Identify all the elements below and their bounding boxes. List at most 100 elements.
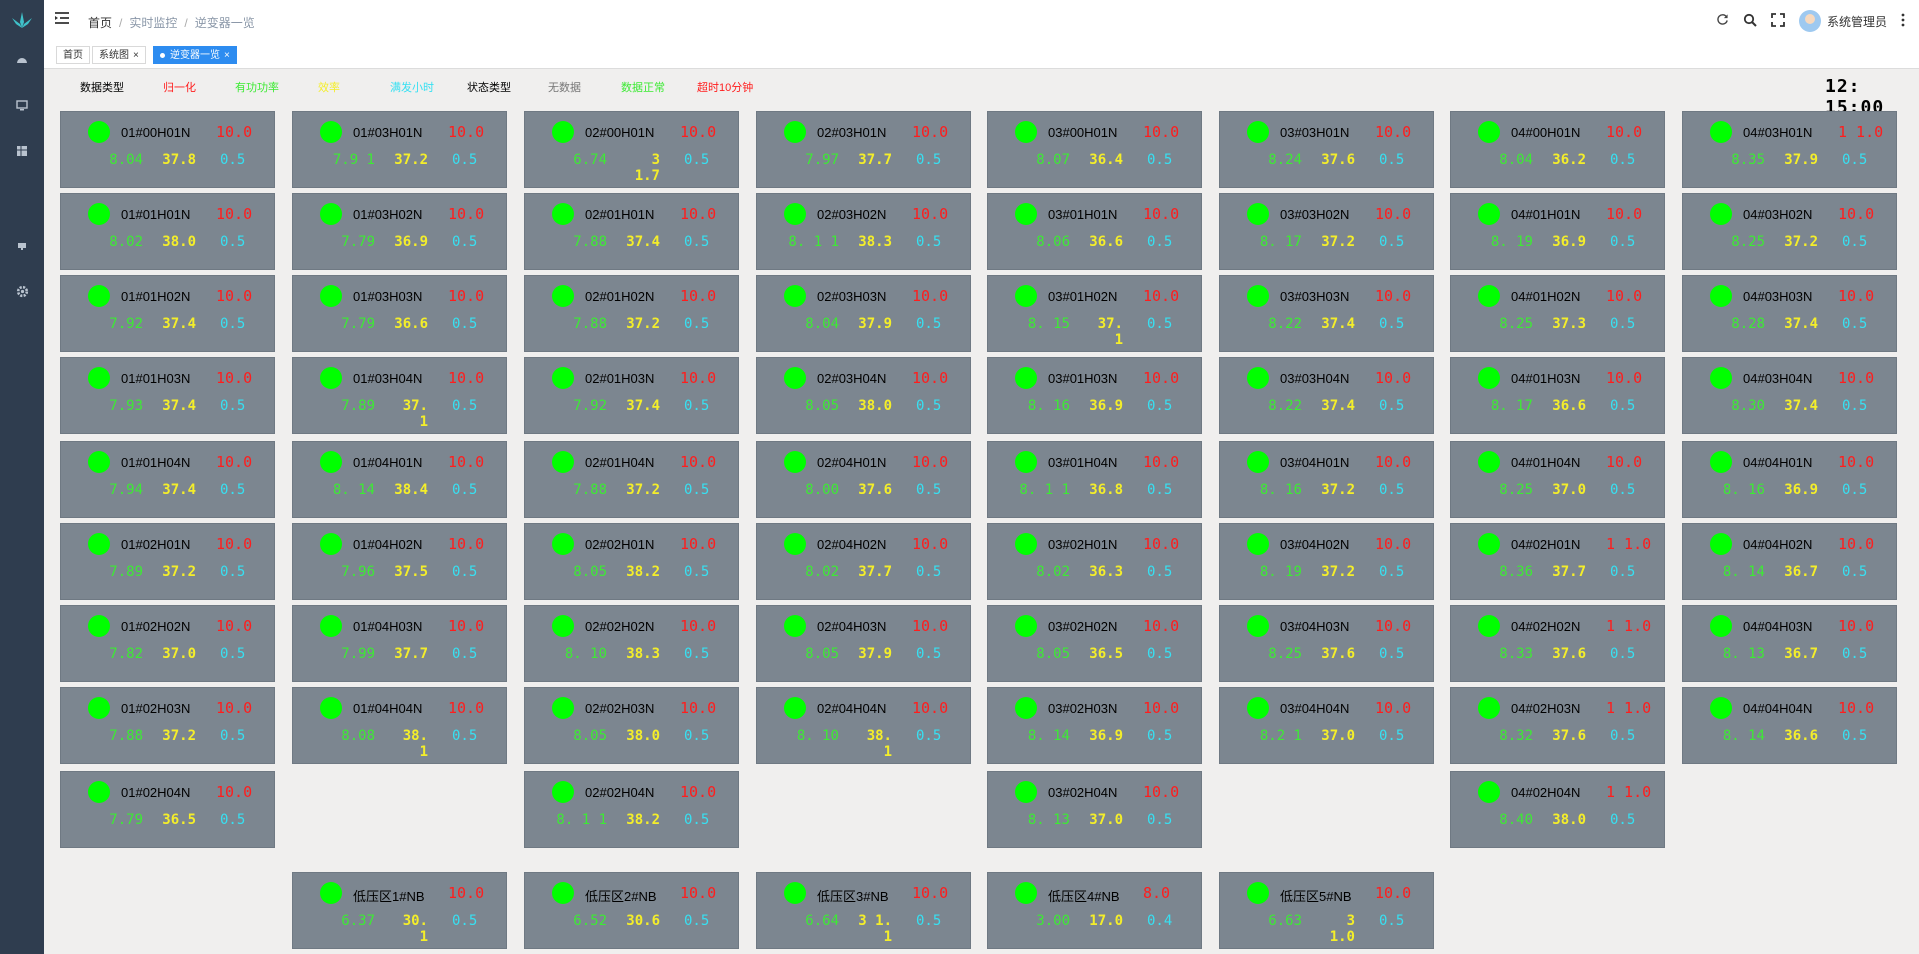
inverter-card[interactable]: 01#01H03N 10.0 7.93 37.4 0.5 [60,357,275,434]
inverter-card[interactable]: 03#01H02N 10.0 8. 15 37. 1 0.5 [987,275,1202,352]
inverter-card[interactable]: 03#03H04N 10.0 8.22 37.4 0.5 [1219,357,1434,434]
inverter-card[interactable]: 04#04H02N 10.0 8. 14 36.7 0.5 [1682,523,1897,600]
inverter-card[interactable]: 03#01H03N 10.0 8. 16 36.9 0.5 [987,357,1202,434]
inverter-card[interactable]: 01#04H02N 10.0 7.96 37.5 0.5 [292,523,507,600]
refresh-icon[interactable] [1716,13,1729,29]
inverter-card[interactable]: 02#02H02N 10.0 8. 10 38.3 0.5 [524,605,739,682]
inverter-card[interactable]: 04#04H01N 10.0 8. 16 36.9 0.5 [1682,441,1897,518]
more-icon[interactable] [1901,13,1905,30]
breadcrumb-realtime[interactable]: 实时监控 [129,16,177,30]
menu-toggle-icon[interactable] [54,11,70,27]
tab-system-diagram[interactable]: 系统图 × [92,46,146,64]
inverter-card[interactable]: 02#00H01N 10.0 6.74 3 1.7 0.5 [524,111,739,188]
close-icon[interactable]: × [133,50,139,61]
inverter-card[interactable]: 04#00H01N 10.0 8.04 36.2 0.5 [1450,111,1665,188]
inverter-card[interactable]: 02#02H03N 10.0 8.05 38.0 0.5 [524,687,739,764]
inverter-card[interactable]: 03#03H02N 10.0 8. 17 37.2 0.5 [1219,193,1434,270]
inverter-card[interactable]: 02#04H01N 10.0 8.00 37.6 0.5 [756,441,971,518]
inverter-card[interactable]: 04#01H02N 10.0 8.25 37.3 0.5 [1450,275,1665,352]
inverter-card[interactable]: 03#04H01N 10.0 8. 16 37.2 0.5 [1219,441,1434,518]
inverter-card[interactable]: 02#01H02N 10.0 7.88 37.2 0.5 [524,275,739,352]
inverter-card[interactable]: 03#02H03N 10.0 8. 14 36.9 0.5 [987,687,1202,764]
inverter-card[interactable]: 04#01H03N 10.0 8. 17 36.6 0.5 [1450,357,1665,434]
inverter-card[interactable]: 01#04H01N 10.0 8. 14 38.4 0.5 [292,441,507,518]
inverter-card[interactable]: 低压区2#NB 10.0 6.52 30.6 0.5 [524,872,739,949]
inverter-card[interactable]: 04#02H04N 1 1.0 8.40 38.0 0.5 [1450,771,1665,848]
inverter-card[interactable]: 02#03H03N 10.0 8.04 37.9 0.5 [756,275,971,352]
inverter-card[interactable]: 03#01H01N 10.0 8.06 36.6 0.5 [987,193,1202,270]
inverter-card[interactable]: 01#03H03N 10.0 7.79 36.6 0.5 [292,275,507,352]
inverter-card[interactable]: 04#04H04N 10.0 8. 14 36.6 0.5 [1682,687,1897,764]
settings-icon[interactable] [12,284,32,304]
close-icon[interactable]: × [224,50,230,61]
inverter-card[interactable]: 03#02H01N 10.0 8.02 36.3 0.5 [987,523,1202,600]
monitor-icon[interactable] [12,97,32,117]
inverter-card[interactable]: 01#02H02N 10.0 7.82 37.0 0.5 [60,605,275,682]
tab-home[interactable]: 首页 [56,46,90,64]
inverter-card[interactable]: 01#03H01N 10.0 7.9 1 37.2 0.5 [292,111,507,188]
avatar[interactable] [1798,10,1821,32]
inverter-card[interactable]: 02#01H03N 10.0 7.92 37.4 0.5 [524,357,739,434]
efficiency-value: 37.2 [626,482,660,498]
inverter-card[interactable]: 04#03H04N 10.0 8.30 37.4 0.5 [1682,357,1897,434]
active-power-value: 8. 10 [796,728,839,744]
inverter-card[interactable]: 02#04H04N 10.0 8. 10 38. 1 0.5 [756,687,971,764]
inverter-card[interactable]: 低压区5#NB 10.0 6.63 3 1.0 0.5 [1219,872,1434,949]
inverter-card[interactable]: 02#02H01N 10.0 8.05 38.2 0.5 [524,523,739,600]
inverter-card[interactable]: 02#01H01N 10.0 7.88 37.4 0.5 [524,193,739,270]
inverter-card[interactable]: 04#03H03N 10.0 8.28 37.4 0.5 [1682,275,1897,352]
inverter-card[interactable]: 04#03H01N 1 1.0 8.35 37.9 0.5 [1682,111,1897,188]
inverter-card[interactable]: 02#04H03N 10.0 8.05 37.9 0.5 [756,605,971,682]
inverter-card[interactable]: 04#01H04N 10.0 8.25 37.0 0.5 [1450,441,1665,518]
inverter-card[interactable]: 01#02H04N 10.0 7.79 36.5 0.5 [60,771,275,848]
inverter-card[interactable]: 04#04H03N 10.0 8. 13 36.7 0.5 [1682,605,1897,682]
status-indicator-icon [1247,615,1269,637]
fullscreen-icon[interactable] [1771,12,1785,30]
efficiency-value: 37.4 [626,234,660,250]
status-indicator-icon [1247,451,1269,473]
inverter-card[interactable]: 02#01H04N 10.0 7.88 37.2 0.5 [524,441,739,518]
inverter-card[interactable]: 01#04H04N 10.0 8.08 38. 1 0.5 [292,687,507,764]
inverter-card[interactable]: 01#03H04N 10.0 7.89 37. 1 0.5 [292,357,507,434]
inverter-card[interactable]: 02#04H02N 10.0 8.02 37.7 0.5 [756,523,971,600]
inverter-card[interactable]: 01#00H01N 10.0 8.04 37.8 0.5 [60,111,275,188]
inverter-card[interactable]: 01#04H03N 10.0 7.99 37.7 0.5 [292,605,507,682]
full-hours-value: 0.5 [220,234,246,250]
inverter-card[interactable]: 低压区3#NB 10.0 6.64 3 1. 1 0.5 [756,872,971,949]
inverter-card[interactable]: 02#03H04N 10.0 8.05 38.0 0.5 [756,357,971,434]
inverter-card[interactable]: 低压区1#NB 10.0 6.37 30. 1 0.5 [292,872,507,949]
report-icon[interactable] [12,238,32,258]
inverter-card[interactable]: 03#02H04N 10.0 8. 13 37.0 0.5 [987,771,1202,848]
inverter-card[interactable]: 03#01H04N 10.0 8. 1 1 36.8 0.5 [987,441,1202,518]
breadcrumb-home[interactable]: 首页 [88,16,112,30]
inverter-card[interactable]: 04#02H01N 1 1.0 8.36 37.7 0.5 [1450,523,1665,600]
active-power-value: 8. 14 [332,482,375,498]
inverter-card[interactable]: 03#04H04N 10.0 8.2 1 37.0 0.5 [1219,687,1434,764]
inverter-card[interactable]: 01#01H02N 10.0 7.92 37.4 0.5 [60,275,275,352]
inverter-card[interactable]: 01#03H02N 10.0 7.79 36.9 0.5 [292,193,507,270]
inverter-card[interactable]: 03#03H01N 10.0 8.24 37.6 0.5 [1219,111,1434,188]
inverter-card[interactable]: 03#04H03N 10.0 8.25 37.6 0.5 [1219,605,1434,682]
inverter-card[interactable]: 01#02H03N 10.0 7.88 37.2 0.5 [60,687,275,764]
inverter-card[interactable]: 04#02H02N 1 1.0 8.33 37.6 0.5 [1450,605,1665,682]
inverter-card[interactable]: 01#01H04N 10.0 7.94 37.4 0.5 [60,441,275,518]
inverter-card[interactable]: 02#03H01N 10.0 7.97 37.7 0.5 [756,111,971,188]
table-icon[interactable] [12,143,32,163]
dashboard-icon[interactable] [12,52,32,72]
inverter-card[interactable]: 04#02H03N 1 1.0 8.32 37.6 0.5 [1450,687,1665,764]
inverter-card[interactable]: 03#03H03N 10.0 8.22 37.4 0.5 [1219,275,1434,352]
inverter-card[interactable]: 02#02H04N 10.0 8. 1 1 38.2 0.5 [524,771,739,848]
inverter-card[interactable]: 02#03H02N 10.0 8. 1 1 38.3 0.5 [756,193,971,270]
inverter-card[interactable]: 03#00H01N 10.0 8.07 36.4 0.5 [987,111,1202,188]
inverter-card[interactable]: 04#03H02N 10.0 8.25 37.2 0.5 [1682,193,1897,270]
inverter-card[interactable]: 01#01H01N 10.0 8.02 38.0 0.5 [60,193,275,270]
search-icon[interactable] [1743,13,1757,30]
inverter-name: 04#02H01N [1511,537,1581,552]
inverter-card[interactable]: 01#02H01N 10.0 7.89 37.2 0.5 [60,523,275,600]
user-name[interactable]: 系统管理员 [1827,13,1887,30]
inverter-card[interactable]: 低压区4#NB 8.0 3.00 17.0 0.4 [987,872,1202,949]
inverter-card[interactable]: 03#04H02N 10.0 8. 19 37.2 0.5 [1219,523,1434,600]
inverter-card[interactable]: 04#01H01N 10.0 8. 19 36.9 0.5 [1450,193,1665,270]
inverter-card[interactable]: 03#02H02N 10.0 8.05 36.5 0.5 [987,605,1202,682]
tab-inverter-overview[interactable]: 逆变器一览 × [153,46,237,64]
